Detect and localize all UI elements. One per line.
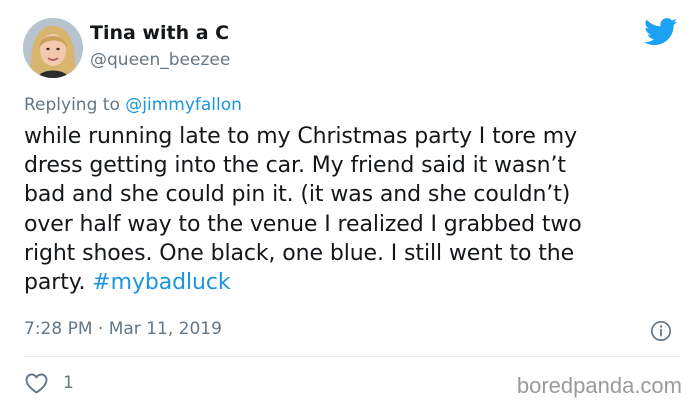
replying-to: Replying to @jimmyfallon	[24, 95, 242, 115]
tweet-text-line: bad and she could pin it. (it was and sh…	[24, 182, 571, 208]
display-name[interactable]: Tina with a C	[90, 22, 229, 44]
user-handle[interactable]: @queen_beezee	[90, 50, 230, 70]
tweet-text-fragment: party.	[24, 270, 93, 296]
profile-photo	[23, 18, 83, 78]
tweet-text-line: right shoes. One black, one blue. I stil…	[24, 240, 575, 266]
tweet-text-line: dress getting into the car. My friend sa…	[24, 153, 566, 179]
like-button[interactable]: 1	[24, 371, 74, 395]
replying-to-label: Replying to	[24, 95, 126, 115]
avatar[interactable]	[23, 18, 83, 78]
timestamp[interactable]: 7:28 PM · Mar 11, 2019	[24, 319, 222, 339]
like-count: 1	[63, 373, 74, 393]
hashtag-link[interactable]: #mybadluck	[92, 270, 230, 295]
divider	[24, 356, 680, 357]
tweet-card: Tina with a C @queen_beezee Replying to …	[0, 0, 700, 410]
tweet-text-line-last: party. #mybadluck	[24, 268, 684, 297]
heart-icon[interactable]	[24, 372, 49, 394]
tweet-text: while running late to my Christmas party…	[24, 122, 684, 297]
twitter-bird-icon[interactable]	[644, 18, 678, 46]
mention-link[interactable]: @jimmyfallon	[125, 95, 242, 115]
tweet-text-line: while running late to my Christmas party…	[24, 124, 578, 149]
info-icon[interactable]	[650, 320, 672, 342]
watermark: boredpanda.com	[516, 373, 682, 398]
tweet-text-line: over half way to the venue I realized I …	[24, 211, 582, 237]
